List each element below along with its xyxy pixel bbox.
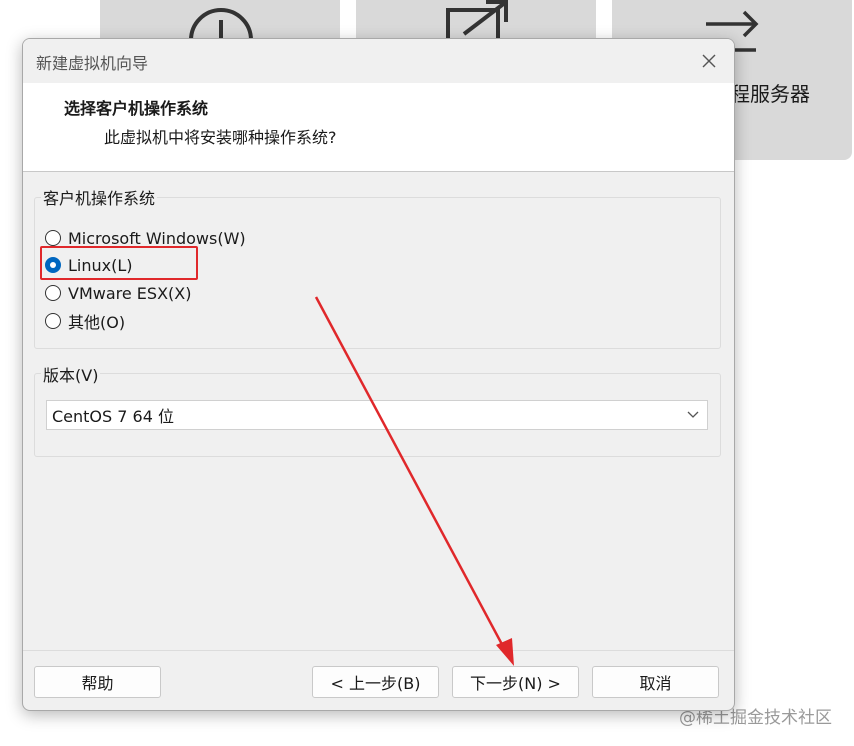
- annotation-arrow: [314, 296, 514, 666]
